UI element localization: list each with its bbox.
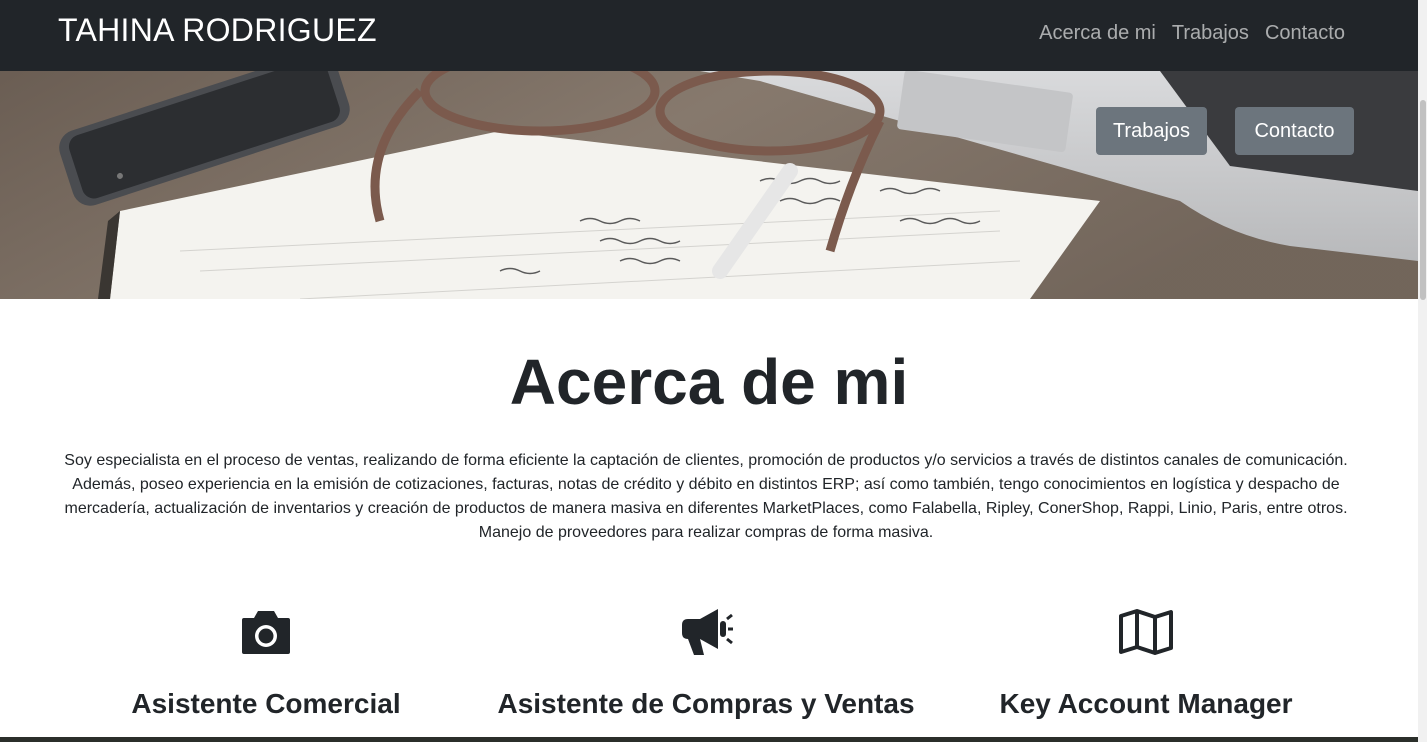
bottom-strip bbox=[0, 737, 1418, 742]
about-title: Acerca de mi bbox=[509, 346, 909, 418]
brand-link[interactable]: TAHINA RODRIGUEZ bbox=[58, 12, 377, 49]
page: TAHINA RODRIGUEZ Acerca de mi Trabajos C… bbox=[0, 0, 1427, 742]
service-title: Key Account Manager bbox=[999, 688, 1293, 719]
about-paragraph-2: Además, poseo experiencia en la emisión … bbox=[64, 476, 1348, 541]
nav-link-contacto[interactable]: Contacto bbox=[1265, 22, 1345, 45]
navbar: TAHINA RODRIGUEZ Acerca de mi Trabajos C… bbox=[0, 0, 1418, 71]
nav-links: Acerca de mi Trabajos Contacto bbox=[1039, 22, 1345, 45]
about-paragraph-1: Soy especialista en el proceso de ventas… bbox=[64, 452, 1348, 469]
nav-link-trabajos[interactable]: Trabajos bbox=[1172, 22, 1249, 45]
hero-banner: Trabajos Contacto bbox=[0, 71, 1418, 299]
hero-image bbox=[0, 71, 1418, 299]
hero-trabajos-button[interactable]: Trabajos bbox=[1096, 107, 1207, 155]
scrollbar-thumb[interactable] bbox=[1420, 100, 1426, 300]
nav-link-acerca[interactable]: Acerca de mi bbox=[1039, 22, 1156, 45]
map-icon bbox=[1119, 609, 1173, 655]
megaphone-icon bbox=[682, 609, 733, 655]
camera-icon bbox=[242, 611, 290, 654]
about-text: Soy especialista en el proceso de ventas… bbox=[56, 449, 1356, 545]
service-key-account-manager: Key Account Manager bbox=[926, 606, 1366, 720]
service-title: Asistente de Compras y Ventas bbox=[497, 688, 915, 719]
hero-contacto-button[interactable]: Contacto bbox=[1235, 107, 1354, 155]
scrollbar[interactable] bbox=[1418, 0, 1427, 742]
service-asistente-compras-ventas: Asistente de Compras y Ventas bbox=[486, 606, 926, 720]
service-title: Asistente Comercial bbox=[131, 688, 401, 719]
service-asistente-comercial: Asistente Comercial bbox=[46, 606, 486, 720]
